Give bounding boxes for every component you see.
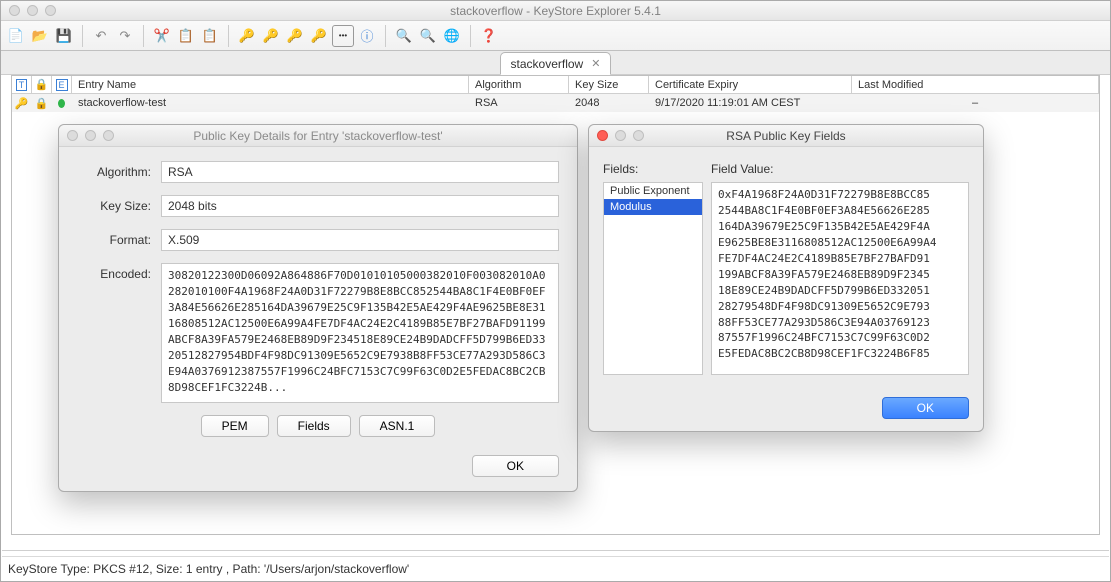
- table-header: T 🔒 E Entry Name Algorithm Key Size Cert…: [12, 76, 1099, 94]
- gensecretkey-icon[interactable]: 🔑: [260, 25, 282, 47]
- tab-strip: stackoverflow ✕: [1, 51, 1110, 75]
- help-icon[interactable]: ❓: [478, 25, 500, 47]
- format-label: Format:: [77, 233, 161, 247]
- col-algorithm[interactable]: Algorithm: [469, 76, 569, 93]
- status-valid-icon: [58, 99, 65, 108]
- keysize-label: Key Size:: [77, 199, 161, 213]
- examine-ssl-icon[interactable]: 🌐: [441, 25, 463, 47]
- field-value-label: Field Value:: [711, 159, 969, 182]
- tab-close-icon[interactable]: ✕: [591, 57, 600, 70]
- properties-icon[interactable]: ⓘ: [356, 25, 378, 47]
- col-cert-expiry[interactable]: Certificate Expiry: [649, 76, 852, 93]
- copy-icon[interactable]: 📋: [175, 25, 197, 47]
- cell-keysize: 2048: [569, 94, 649, 112]
- tab-stackoverflow[interactable]: stackoverflow ✕: [500, 52, 612, 75]
- setpassword-icon[interactable]: •••: [332, 25, 354, 47]
- cell-modified: –: [852, 94, 1099, 112]
- fields-label: Fields:: [603, 159, 703, 182]
- col-lock[interactable]: 🔒: [32, 76, 52, 93]
- dialog-close[interactable]: [597, 130, 608, 141]
- dialog-title: Public Key Details for Entry 'stackoverf…: [193, 129, 442, 143]
- new-icon[interactable]: 📄: [5, 25, 27, 47]
- open-icon[interactable]: 📂: [29, 25, 51, 47]
- save-icon[interactable]: 💾: [53, 25, 75, 47]
- dialog-minimize: [85, 130, 96, 141]
- asn1-button[interactable]: ASN.1: [359, 415, 436, 437]
- window-zoom[interactable]: [45, 5, 56, 16]
- keypair-icon: 🔑: [15, 97, 29, 110]
- redo-icon[interactable]: ↷: [114, 25, 136, 47]
- col-last-modified[interactable]: Last Modified: [852, 76, 1099, 93]
- dialog-minimize: [615, 130, 626, 141]
- dialog-titlebar: Public Key Details for Entry 'stackoverf…: [59, 125, 577, 147]
- undo-icon[interactable]: ↶: [90, 25, 112, 47]
- lock-icon: 🔒: [35, 97, 49, 110]
- paste-icon[interactable]: 📋: [199, 25, 221, 47]
- cell-entry-name: stackoverflow-test: [72, 94, 469, 112]
- window-minimize[interactable]: [27, 5, 38, 16]
- importcert-icon[interactable]: 🔑: [308, 25, 330, 47]
- dialog-titlebar: RSA Public Key Fields: [589, 125, 983, 147]
- table-row[interactable]: 🔑 🔒 stackoverflow-test RSA 2048 9/17/202…: [12, 94, 1099, 112]
- dialog-zoom: [633, 130, 644, 141]
- window-title: stackoverflow - KeyStore Explorer 5.4.1: [450, 4, 661, 18]
- field-modulus[interactable]: Modulus: [604, 199, 702, 215]
- ok-button[interactable]: OK: [882, 397, 969, 419]
- dialog-zoom: [103, 130, 114, 141]
- genkeypair-icon[interactable]: 🔑: [236, 25, 258, 47]
- fields-list[interactable]: Public Exponent Modulus: [603, 182, 703, 375]
- statusbar: KeyStore Type: PKCS #12, Size: 1 entry ,…: [2, 556, 1109, 580]
- field-public-exponent[interactable]: Public Exponent: [604, 183, 702, 199]
- dialog-close[interactable]: [67, 130, 78, 141]
- encoded-field[interactable]: 30820122300D06092A864886F70D010101050003…: [161, 263, 559, 403]
- ok-button[interactable]: OK: [472, 455, 559, 477]
- dialog-title: RSA Public Key Fields: [726, 129, 845, 143]
- pem-button[interactable]: PEM: [201, 415, 269, 437]
- public-key-details-dialog: Public Key Details for Entry 'stackoverf…: [58, 124, 578, 492]
- examine-file-icon[interactable]: 🔍: [393, 25, 415, 47]
- keysize-field[interactable]: 2048 bits: [161, 195, 559, 217]
- examine-clipboard-icon[interactable]: 🔍: [417, 25, 439, 47]
- main-toolbar: 📄 📂 💾 ↶ ↷ ✂️ 📋 📋 🔑 🔑 🔑 🔑 ••• ⓘ 🔍 🔍 🌐 ❓: [1, 21, 1110, 51]
- algorithm-field[interactable]: RSA: [161, 161, 559, 183]
- col-keysize[interactable]: Key Size: [569, 76, 649, 93]
- col-type[interactable]: T: [12, 76, 32, 93]
- main-titlebar: stackoverflow - KeyStore Explorer 5.4.1: [1, 1, 1110, 21]
- cut-icon[interactable]: ✂️: [151, 25, 173, 47]
- cell-algorithm: RSA: [469, 94, 569, 112]
- window-close[interactable]: [9, 5, 20, 16]
- fields-button[interactable]: Fields: [277, 415, 351, 437]
- col-expiry-status[interactable]: E: [52, 76, 72, 93]
- encoded-label: Encoded:: [77, 263, 161, 281]
- cell-expiry: 9/17/2020 11:19:01 AM CEST: [649, 94, 852, 112]
- field-value-box[interactable]: 0xF4A1968F24A0D31F72279B8E8BCC85 2544BA8…: [711, 182, 969, 375]
- rsa-public-key-fields-dialog: RSA Public Key Fields Fields: Public Exp…: [588, 124, 984, 432]
- col-entry-name[interactable]: Entry Name: [72, 76, 469, 93]
- tab-label: stackoverflow: [511, 57, 584, 71]
- format-field[interactable]: X.509: [161, 229, 559, 251]
- importpair-icon[interactable]: 🔑: [284, 25, 306, 47]
- algorithm-label: Algorithm:: [77, 165, 161, 179]
